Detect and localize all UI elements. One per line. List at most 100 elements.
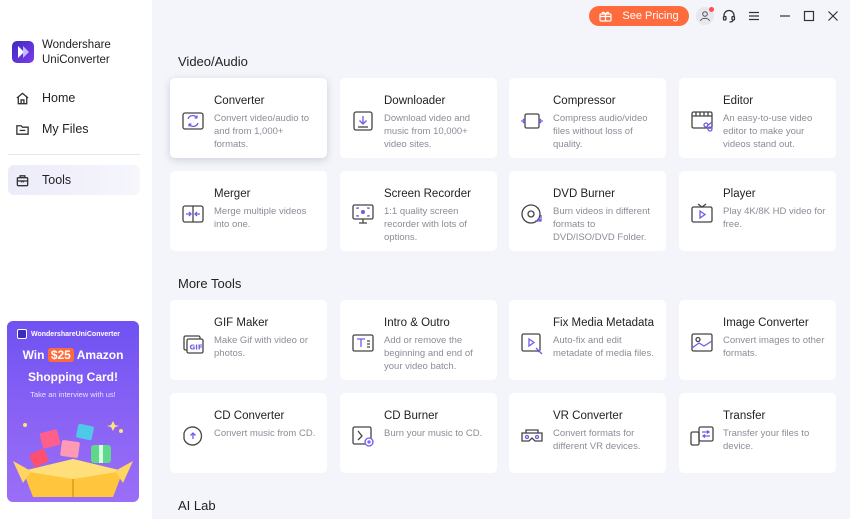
tool-card-image-converter[interactable]: Image Converter Convert images to other … [679,300,836,380]
sidebar-item-my-files[interactable]: My Files [8,114,140,144]
tool-card-title: Player [723,188,756,200]
sidebar-item-label: My Files [42,122,89,136]
sidebar-item-tools[interactable]: Tools [8,165,140,195]
tool-card-desc: Auto-fix and edit metadate of media file… [553,335,654,359]
promo-amount: $25 [47,348,74,362]
compress-icon [519,108,545,134]
tool-card-editor[interactable]: Editor An easy-to-use video editor to ma… [679,78,836,158]
metadata-icon [519,330,545,356]
screen-record-icon [350,201,376,227]
section-title-ai-lab: AI Lab [178,498,216,513]
headset-support-icon[interactable] [720,7,738,25]
tool-card-desc: Play 4K/8K HD video for free. [723,206,826,230]
converter-icon [180,108,206,134]
tool-card-desc: Burn videos in different formats to DVD/… [553,206,650,243]
folder-icon [14,121,30,137]
app-logo-icon [12,41,34,63]
cd-burner-icon [350,423,376,449]
close-icon[interactable] [824,7,842,25]
toolbox-icon [14,172,30,188]
tool-card-cd-converter[interactable]: CD Converter Convert music from CD. [170,393,327,473]
tool-card-desc: An easy-to-use video editor to make your… [723,113,813,150]
tool-card-title: Image Converter [723,317,809,329]
transfer-icon [689,423,715,449]
maximize-icon[interactable] [800,7,818,25]
tool-card-title: VR Converter [553,410,623,422]
app-name-line2: UniConverter [42,54,110,66]
tool-card-desc: Convert formats for different VR devices… [553,428,641,452]
promo-line3: Take an interview with us! [30,390,116,399]
tool-card-title: CD Burner [384,410,439,422]
tool-card-title: GIF Maker [214,317,269,329]
gift-icon [599,10,612,22]
tool-card-desc: Make Gif with video or photos. [214,335,308,359]
promo-banner[interactable]: WondershareUniConverter Win $25 Amazon S… [7,321,139,502]
tool-card-title: Fix Media Metadata [553,317,654,329]
tool-card-title: Screen Recorder [384,188,471,200]
tool-card-title: Compressor [553,95,616,107]
tool-card-merger[interactable]: Merger Merge multiple videos into one. [170,171,327,251]
tool-card-converter[interactable]: Converter Convert video/audio to and fro… [170,78,327,158]
section-title-more-tools: More Tools [178,276,242,291]
promo-line2: Shopping Card! [28,370,118,384]
vr-icon [519,423,545,449]
editor-icon [689,108,715,134]
tool-card-title: Merger [214,188,251,200]
tool-card-title: DVD Burner [553,188,615,200]
tool-card-desc: Burn your music to CD. [384,428,483,439]
see-pricing-label: See Pricing [622,10,679,22]
tool-card-title: Downloader [384,95,446,107]
tool-card-title: Transfer [723,410,766,422]
tool-card-player[interactable]: Player Play 4K/8K HD video for free. [679,171,836,251]
sidebar-item-label: Tools [42,173,72,187]
tool-card-transfer[interactable]: Transfer Transfer your files to device. [679,393,836,473]
tool-card-title: Editor [723,95,754,107]
tool-card-desc: Download video and music from 10,000+ vi… [384,113,471,150]
tool-card-intro-outro[interactable]: Intro & Outro Add or remove the beginnin… [340,300,497,380]
promo-brand: WondershareUniConverter [31,330,120,338]
tool-card-compressor[interactable]: Compressor Compress audio/video files wi… [509,78,666,158]
image-icon [689,330,715,356]
download-icon [350,108,376,134]
tool-card-cd-burner[interactable]: CD Burner Burn your music to CD. [340,393,497,473]
tool-card-title: Intro & Outro [384,317,450,329]
tool-card-title: CD Converter [214,410,285,422]
title-bar: See Pricing [152,0,850,32]
cd-icon [180,423,206,449]
tool-card-desc: Convert images to other formats. [723,335,825,359]
app-name-line1: Wondershare [42,39,111,51]
tool-card-desc: Add or remove the beginning and end of y… [384,335,473,372]
section-title-video-audio: Video/Audio [178,54,248,69]
tool-card-dvd-burner[interactable]: DVD Burner Burn videos in different form… [509,171,666,251]
tool-card-desc: Transfer your files to device. [723,428,810,452]
tool-card-desc: 1:1 quality screen recorder with lots of… [384,206,467,243]
dvd-icon [519,201,545,227]
intro-outro-icon [350,330,376,356]
home-icon [14,90,30,106]
tool-card-desc: Compress audio/video files without loss … [553,113,648,150]
sidebar-item-label: Home [42,91,76,105]
notification-dot [709,7,714,12]
player-icon [689,201,715,227]
sidebar-item-home[interactable]: Home [8,83,140,113]
minimize-icon[interactable] [776,7,794,25]
tool-card-fix-media-metadata[interactable]: Fix Media Metadata Auto-fix and edit met… [509,300,666,380]
svg-text:GIF: GIF [190,344,203,352]
tool-card-gif-maker[interactable]: GIF GIF Maker Make Gif with video or pho… [170,300,327,380]
tool-card-desc: Merge multiple videos into one. [214,206,307,230]
gift-box-illustration-icon [13,413,133,502]
see-pricing-button[interactable]: See Pricing [589,6,689,26]
sidebar-divider [8,154,140,155]
gif-icon: GIF [180,330,206,356]
promo-logo-icon [17,329,27,339]
tool-card-desc: Convert video/audio to and from 1,000+ f… [214,113,310,150]
sidebar: Wondershare UniConverter Home My Files T… [0,0,152,519]
merge-icon [180,201,206,227]
tool-card-vr-converter[interactable]: VR Converter Convert formats for differe… [509,393,666,473]
tool-card-screen-recorder[interactable]: Screen Recorder 1:1 quality screen recor… [340,171,497,251]
menu-icon[interactable] [745,7,763,25]
promo-win: Win [22,348,45,362]
promo-amazon: Amazon [76,348,124,362]
brand: Wondershare UniConverter [12,38,111,68]
tool-card-downloader[interactable]: Downloader Download video and music from… [340,78,497,158]
